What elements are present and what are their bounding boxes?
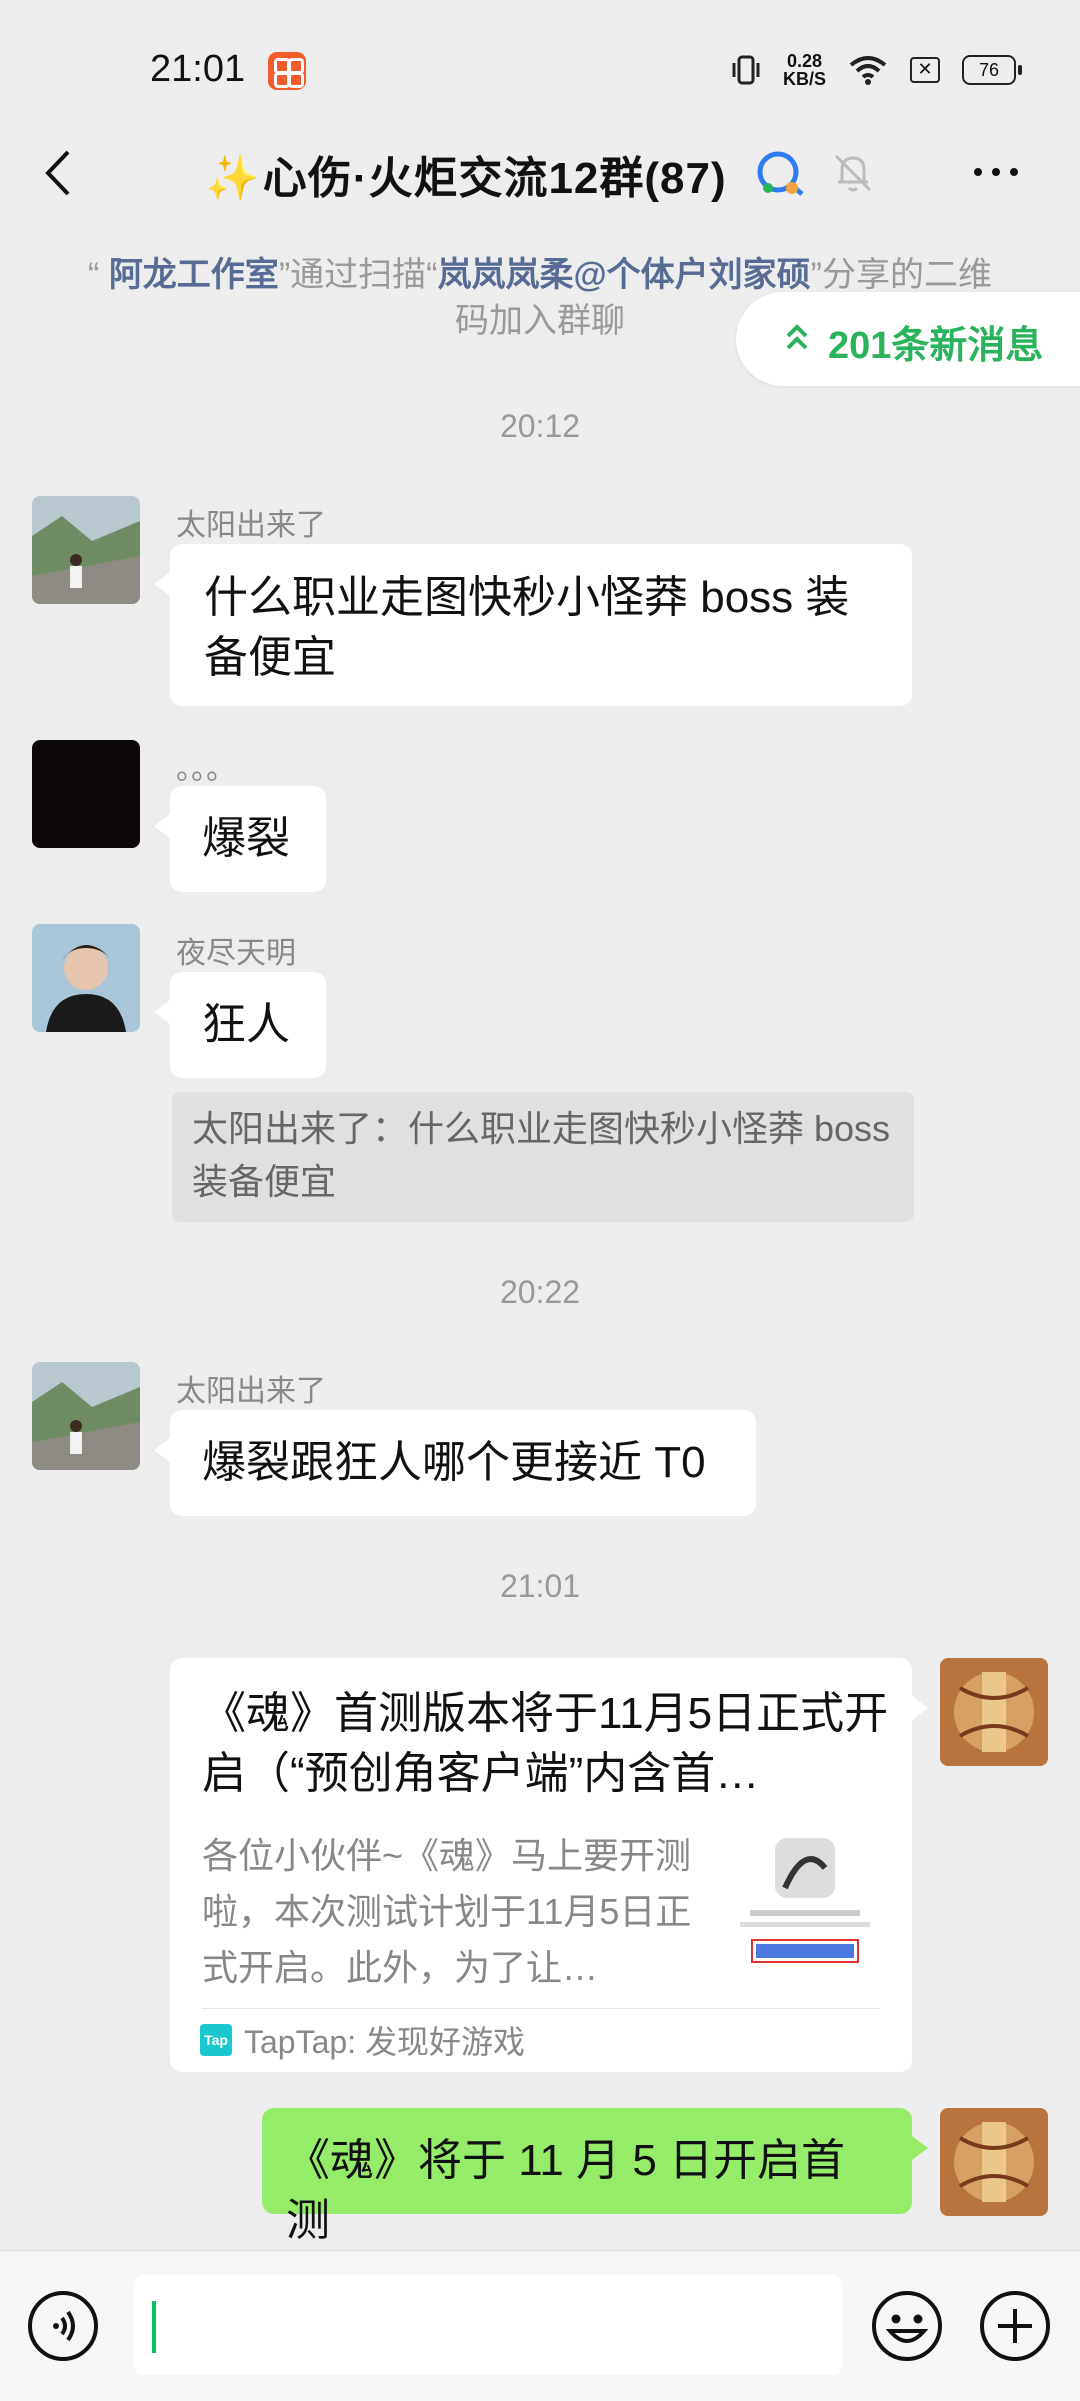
timestamp: 21:01 [499, 1568, 581, 1604]
orange-app-icon [268, 52, 306, 90]
message-bubble[interactable]: 爆裂跟狂人哪个更接近 T0 [154, 1410, 756, 1516]
sender-name: 夜尽天明 [176, 937, 296, 970]
double-up-arrow-icon [786, 324, 808, 350]
back-icon[interactable] [36, 148, 86, 198]
timestamp: 20:22 [499, 1274, 581, 1310]
card-title: 《魂》首测版本将于11月5日正式开启（“预创角客户端”内含首… [202, 1689, 889, 1798]
shared-link-card[interactable]: 《魂》首测版本将于11月5日正式开启（“预创角客户端”内含首… 各位小伙伴~《魂… [170, 1658, 928, 2072]
vibrate-icon [732, 55, 760, 85]
avatar[interactable] [32, 1362, 140, 1470]
my-message-bubble[interactable]: 《魂》将于 11 月 5 日开启首测 [262, 2108, 928, 2245]
new-messages-label: 201条新消息 [828, 325, 1044, 367]
voice-icon[interactable] [28, 2291, 98, 2361]
sender-name: 太阳出来了 [176, 509, 326, 542]
message-bubble[interactable]: 爆裂 [154, 786, 326, 892]
avatar[interactable] [32, 496, 140, 604]
plus-icon[interactable] [978, 2289, 1052, 2363]
chat-title-text: 心伤·火炬交流12群(87) [262, 154, 727, 203]
status-time: 21:01 [150, 48, 246, 90]
text-caret [152, 2301, 156, 2353]
more-icon[interactable] [974, 168, 1018, 176]
input-bar [0, 2250, 1080, 2401]
notice-sharer-link[interactable]: 岚岚岚柔@个体户刘家硕 [437, 256, 810, 294]
my-avatar[interactable] [940, 2108, 1048, 2216]
new-messages-button[interactable]: 201条新消息 [736, 292, 1080, 386]
group-chat-icon[interactable] [752, 148, 808, 200]
sim-off-icon: ✕ [910, 57, 940, 83]
message-bubble[interactable]: 狂人 [154, 972, 326, 1078]
message-bubble[interactable]: 什么职业走图快秒小怪莽 boss 装备便宜 [154, 544, 912, 706]
my-avatar[interactable] [940, 1658, 1048, 1766]
taptap-logo-icon: Tap [200, 2024, 232, 2056]
avatar[interactable] [32, 740, 140, 848]
chat-header: ✨心伤·火炬交流12群(87) [0, 128, 1080, 218]
sender-name: 。。。 [176, 753, 236, 786]
emoji-icon[interactable] [870, 2289, 944, 2363]
mute-bell-icon [834, 154, 872, 192]
battery-icon: 76 [962, 55, 1022, 85]
quoted-message[interactable]: 太阳出来了：什么职业走图快秒小怪莽 boss 装备便宜 [172, 1092, 914, 1222]
avatar[interactable] [32, 924, 140, 1032]
notice-user-link[interactable]: 阿龙工作室 [109, 256, 279, 294]
timestamp: 20:12 [499, 408, 581, 444]
card-description: 各位小伙伴~《魂》马上要开测啦，本次测试计划于11月5日正式开启。此外，为了让… [202, 1835, 692, 1988]
sender-name: 太阳出来了 [176, 1375, 326, 1408]
sparkle-icon: ✨ [205, 154, 261, 203]
network-speed: 0.28 KB/S [782, 51, 826, 89]
card-thumbnail [730, 1828, 880, 1978]
card-source: Tap TapTap: 发现好游戏 [200, 2020, 525, 2060]
card-source-label: TapTap: 发现好游戏 [244, 2024, 525, 2060]
message-input[interactable] [134, 2275, 842, 2375]
chat-title: ✨心伤·火炬交流12群(87) [205, 142, 727, 206]
status-bar: 21:01 0.28 KB/S ✕ 76 [0, 0, 1080, 140]
wifi-icon [849, 56, 887, 85]
